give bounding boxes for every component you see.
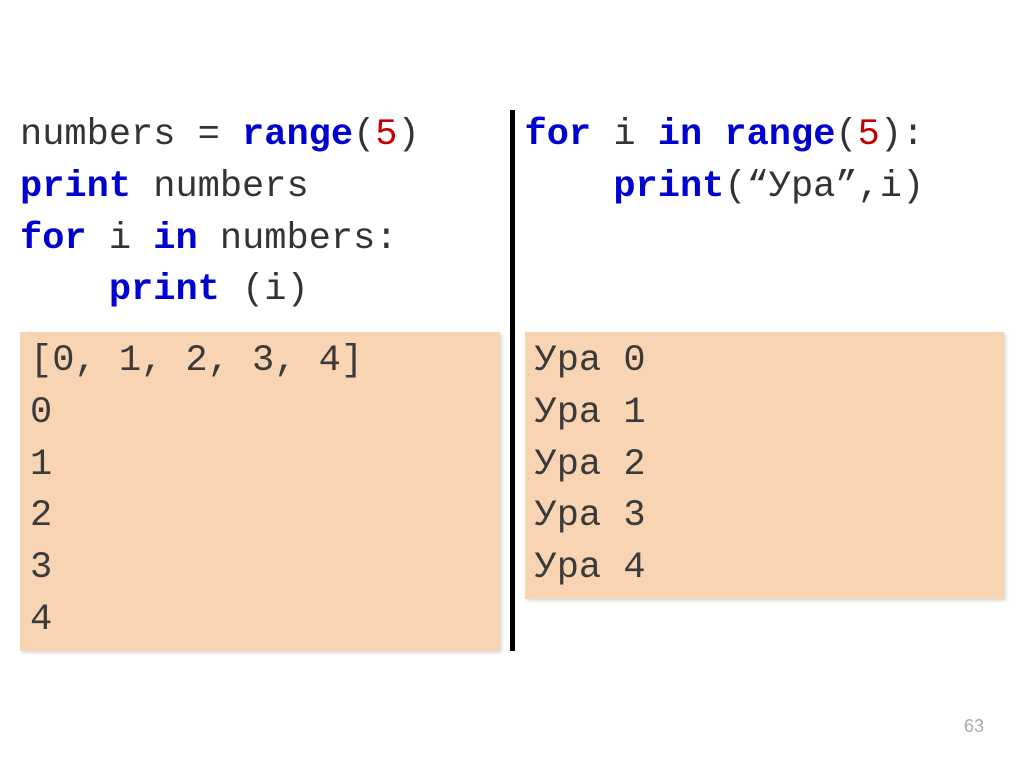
right-output-block: Ура 0 Ура 1 Ура 2 Ура 3 Ура 4 [525, 332, 1005, 599]
keyword-print: print [109, 269, 220, 311]
keyword-range: range [702, 114, 835, 156]
left-code-block: numbers = range(5) print numbers for i i… [20, 110, 500, 320]
code-text: i [87, 218, 154, 260]
page-number: 63 [964, 716, 984, 737]
left-output-block: [0, 1, 2, 3, 4] 0 1 2 3 4 [20, 332, 500, 651]
keyword-print: print [20, 166, 131, 208]
paren: ( [353, 114, 375, 156]
left-column: numbers = range(5) print numbers for i i… [12, 110, 515, 651]
two-column-layout: numbers = range(5) print numbers for i i… [12, 110, 1012, 651]
paren: ( [835, 114, 857, 156]
code-text: i [591, 114, 658, 156]
keyword-range: range [242, 114, 353, 156]
number-literal: 5 [858, 114, 880, 156]
indent [525, 166, 614, 208]
code-text: (i) [220, 269, 309, 311]
paren: ) [398, 114, 420, 156]
keyword-print: print [613, 166, 724, 208]
slide: numbers = range(5) print numbers for i i… [0, 0, 1024, 767]
keyword-for: for [525, 114, 592, 156]
number-literal: 5 [375, 114, 397, 156]
right-code-block: for i in range(5): print(“Ура”,i) [525, 110, 1005, 320]
code-text: numbers [131, 166, 309, 208]
paren: ): [880, 114, 924, 156]
keyword-in: in [153, 218, 197, 260]
right-column: for i in range(5): print(“Ура”,i) Ура 0 … [515, 110, 1013, 651]
code-text: numbers = [20, 114, 242, 156]
indent [20, 269, 109, 311]
keyword-in: in [658, 114, 702, 156]
code-text: (“Ура”,i) [724, 166, 924, 208]
keyword-for: for [20, 218, 87, 260]
code-text: numbers: [198, 218, 398, 260]
